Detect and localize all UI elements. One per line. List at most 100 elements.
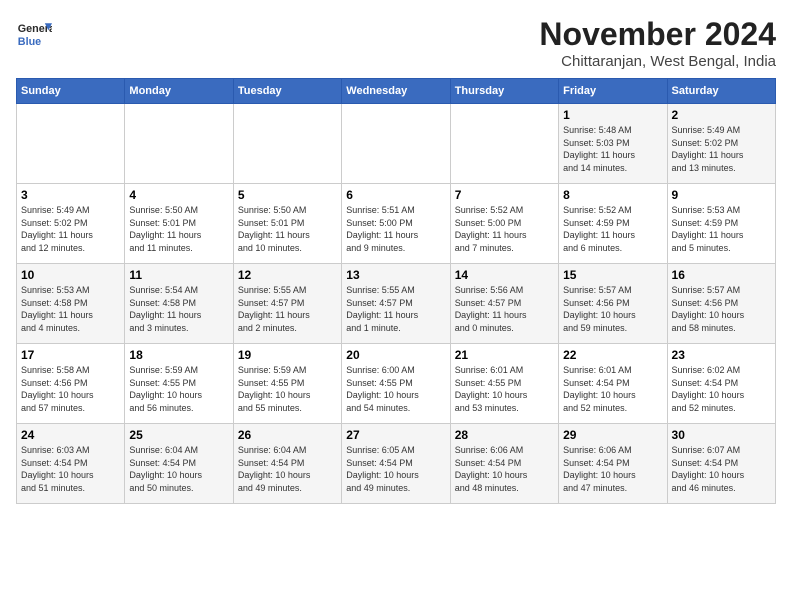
week-row-5: 24Sunrise: 6:03 AM Sunset: 4:54 PM Dayli… — [17, 424, 776, 504]
calendar-cell: 11Sunrise: 5:54 AM Sunset: 4:58 PM Dayli… — [125, 264, 233, 344]
day-info: Sunrise: 6:01 AM Sunset: 4:55 PM Dayligh… — [455, 364, 554, 414]
logo-icon: General Blue — [16, 16, 52, 52]
calendar-cell: 4 Sunrise: 5:50 AM Sunset: 5:01 PM Daylig… — [125, 184, 233, 264]
calendar-cell: 29 Sunrise: 6:06 AM Sunset: 4:54 PM Dayli… — [559, 424, 667, 504]
calendar-cell: 28 Sunrise: 6:06 AM Sunset: 4:54 PM Dayli… — [450, 424, 558, 504]
day-info: Sunrise: 6:03 AM Sunset: 4:54 PM Dayligh… — [21, 444, 120, 494]
day-number: 27 — [346, 428, 445, 442]
calendar-cell: 6 Sunrise: 5:51 AM Sunset: 5:00 PM Daylig… — [342, 184, 450, 264]
calendar-cell: 14 Sunrise: 5:56 AM Sunset: 4:57 PM Dayli… — [450, 264, 558, 344]
calendar-cell: 30Sunrise: 6:07 AM Sunset: 4:54 PM Dayli… — [667, 424, 775, 504]
day-info: Sunrise: 6:04 AM Sunset: 4:54 PM Dayligh… — [238, 444, 337, 494]
day-number: 10 — [21, 268, 120, 282]
calendar-cell: 13 Sunrise: 5:55 AM Sunset: 4:57 PM Dayli… — [342, 264, 450, 344]
day-info: Sunrise: 5:59 AM Sunset: 4:55 PM Dayligh… — [129, 364, 228, 414]
day-number: 21 — [455, 348, 554, 362]
day-info: Sunrise: 5:58 AM Sunset: 4:56 PM Dayligh… — [21, 364, 120, 414]
day-number: 15 — [563, 268, 662, 282]
calendar-cell: 25Sunrise: 6:04 AM Sunset: 4:54 PM Dayli… — [125, 424, 233, 504]
day-info: Sunrise: 5:49 AM Sunset: 5:02 PM Dayligh… — [672, 124, 771, 174]
day-header-tuesday: Tuesday — [233, 79, 341, 104]
day-info: Sunrise: 6:01 AM Sunset: 4:54 PM Dayligh… — [563, 364, 662, 414]
calendar-cell: 21 Sunrise: 6:01 AM Sunset: 4:55 PM Dayli… — [450, 344, 558, 424]
day-number: 16 — [672, 268, 771, 282]
day-number: 8 — [563, 188, 662, 202]
day-header-wednesday: Wednesday — [342, 79, 450, 104]
day-number: 11 — [129, 268, 228, 282]
day-header-saturday: Saturday — [667, 79, 775, 104]
day-number: 28 — [455, 428, 554, 442]
day-info: Sunrise: 6:05 AM Sunset: 4:54 PM Dayligh… — [346, 444, 445, 494]
day-info: Sunrise: 6:02 AM Sunset: 4:54 PM Dayligh… — [672, 364, 771, 414]
day-info: Sunrise: 5:59 AM Sunset: 4:55 PM Dayligh… — [238, 364, 337, 414]
calendar-cell: 5 Sunrise: 5:50 AM Sunset: 5:01 PM Daylig… — [233, 184, 341, 264]
day-number: 22 — [563, 348, 662, 362]
calendar-table: SundayMondayTuesdayWednesdayThursdayFrid… — [16, 78, 776, 504]
day-info: Sunrise: 5:57 AM Sunset: 4:56 PM Dayligh… — [563, 284, 662, 334]
calendar-cell: 10 Sunrise: 5:53 AM Sunset: 4:58 PM Dayli… — [17, 264, 125, 344]
day-info: Sunrise: 5:50 AM Sunset: 5:01 PM Dayligh… — [129, 204, 228, 254]
calendar-header-row: SundayMondayTuesdayWednesdayThursdayFrid… — [17, 79, 776, 104]
day-info: Sunrise: 6:07 AM Sunset: 4:54 PM Dayligh… — [672, 444, 771, 494]
day-info: Sunrise: 6:06 AM Sunset: 4:54 PM Dayligh… — [563, 444, 662, 494]
header: General Blue November 2024 Chittaranjan,… — [16, 16, 776, 70]
day-number: 7 — [455, 188, 554, 202]
day-number: 5 — [238, 188, 337, 202]
week-row-2: 3 Sunrise: 5:49 AM Sunset: 5:02 PM Daylig… — [17, 184, 776, 264]
calendar-cell — [342, 104, 450, 184]
day-number: 3 — [21, 188, 120, 202]
calendar-cell: 15 Sunrise: 5:57 AM Sunset: 4:56 PM Dayli… — [559, 264, 667, 344]
day-info: Sunrise: 5:55 AM Sunset: 4:57 PM Dayligh… — [238, 284, 337, 334]
day-number: 1 — [563, 108, 662, 122]
calendar-cell — [450, 104, 558, 184]
title-area: November 2024 Chittaranjan, West Bengal,… — [539, 16, 776, 70]
calendar-cell: 2 Sunrise: 5:49 AM Sunset: 5:02 PM Daylig… — [667, 104, 775, 184]
day-number: 4 — [129, 188, 228, 202]
week-row-1: 1 Sunrise: 5:48 AM Sunset: 5:03 PM Daylig… — [17, 104, 776, 184]
day-info: Sunrise: 5:51 AM Sunset: 5:00 PM Dayligh… — [346, 204, 445, 254]
calendar-cell — [125, 104, 233, 184]
day-info: Sunrise: 5:48 AM Sunset: 5:03 PM Dayligh… — [563, 124, 662, 174]
day-number: 20 — [346, 348, 445, 362]
day-header-monday: Monday — [125, 79, 233, 104]
day-info: Sunrise: 5:53 AM Sunset: 4:59 PM Dayligh… — [672, 204, 771, 254]
day-number: 14 — [455, 268, 554, 282]
calendar-cell — [233, 104, 341, 184]
day-header-thursday: Thursday — [450, 79, 558, 104]
day-number: 26 — [238, 428, 337, 442]
day-number: 13 — [346, 268, 445, 282]
week-row-3: 10 Sunrise: 5:53 AM Sunset: 4:58 PM Dayli… — [17, 264, 776, 344]
calendar-cell: 16 Sunrise: 5:57 AM Sunset: 4:56 PM Dayli… — [667, 264, 775, 344]
day-info: Sunrise: 5:52 AM Sunset: 5:00 PM Dayligh… — [455, 204, 554, 254]
day-info: Sunrise: 5:57 AM Sunset: 4:56 PM Dayligh… — [672, 284, 771, 334]
calendar-cell: 8Sunrise: 5:52 AM Sunset: 4:59 PM Daylig… — [559, 184, 667, 264]
day-info: Sunrise: 5:53 AM Sunset: 4:58 PM Dayligh… — [21, 284, 120, 334]
day-number: 6 — [346, 188, 445, 202]
day-info: Sunrise: 6:06 AM Sunset: 4:54 PM Dayligh… — [455, 444, 554, 494]
calendar-cell: 26 Sunrise: 6:04 AM Sunset: 4:54 PM Dayli… — [233, 424, 341, 504]
calendar-cell: 18 Sunrise: 5:59 AM Sunset: 4:55 PM Dayli… — [125, 344, 233, 424]
calendar-cell — [17, 104, 125, 184]
day-number: 18 — [129, 348, 228, 362]
calendar-cell: 19 Sunrise: 5:59 AM Sunset: 4:55 PM Dayli… — [233, 344, 341, 424]
day-header-friday: Friday — [559, 79, 667, 104]
calendar-cell: 12Sunrise: 5:55 AM Sunset: 4:57 PM Dayli… — [233, 264, 341, 344]
calendar-body: 1 Sunrise: 5:48 AM Sunset: 5:03 PM Daylig… — [17, 104, 776, 504]
calendar-cell: 23Sunrise: 6:02 AM Sunset: 4:54 PM Dayli… — [667, 344, 775, 424]
day-info: Sunrise: 5:56 AM Sunset: 4:57 PM Dayligh… — [455, 284, 554, 334]
calendar-cell: 7 Sunrise: 5:52 AM Sunset: 5:00 PM Daylig… — [450, 184, 558, 264]
day-info: Sunrise: 5:49 AM Sunset: 5:02 PM Dayligh… — [21, 204, 120, 254]
day-number: 2 — [672, 108, 771, 122]
day-info: Sunrise: 6:04 AM Sunset: 4:54 PM Dayligh… — [129, 444, 228, 494]
location-title: Chittaranjan, West Bengal, India — [539, 53, 776, 70]
day-info: Sunrise: 5:55 AM Sunset: 4:57 PM Dayligh… — [346, 284, 445, 334]
month-title: November 2024 — [539, 16, 776, 53]
calendar-cell: 1 Sunrise: 5:48 AM Sunset: 5:03 PM Daylig… — [559, 104, 667, 184]
day-number: 19 — [238, 348, 337, 362]
day-number: 9 — [672, 188, 771, 202]
day-header-sunday: Sunday — [17, 79, 125, 104]
day-number: 29 — [563, 428, 662, 442]
week-row-4: 17Sunrise: 5:58 AM Sunset: 4:56 PM Dayli… — [17, 344, 776, 424]
calendar-cell: 27 Sunrise: 6:05 AM Sunset: 4:54 PM Dayli… — [342, 424, 450, 504]
day-info: Sunrise: 5:50 AM Sunset: 5:01 PM Dayligh… — [238, 204, 337, 254]
